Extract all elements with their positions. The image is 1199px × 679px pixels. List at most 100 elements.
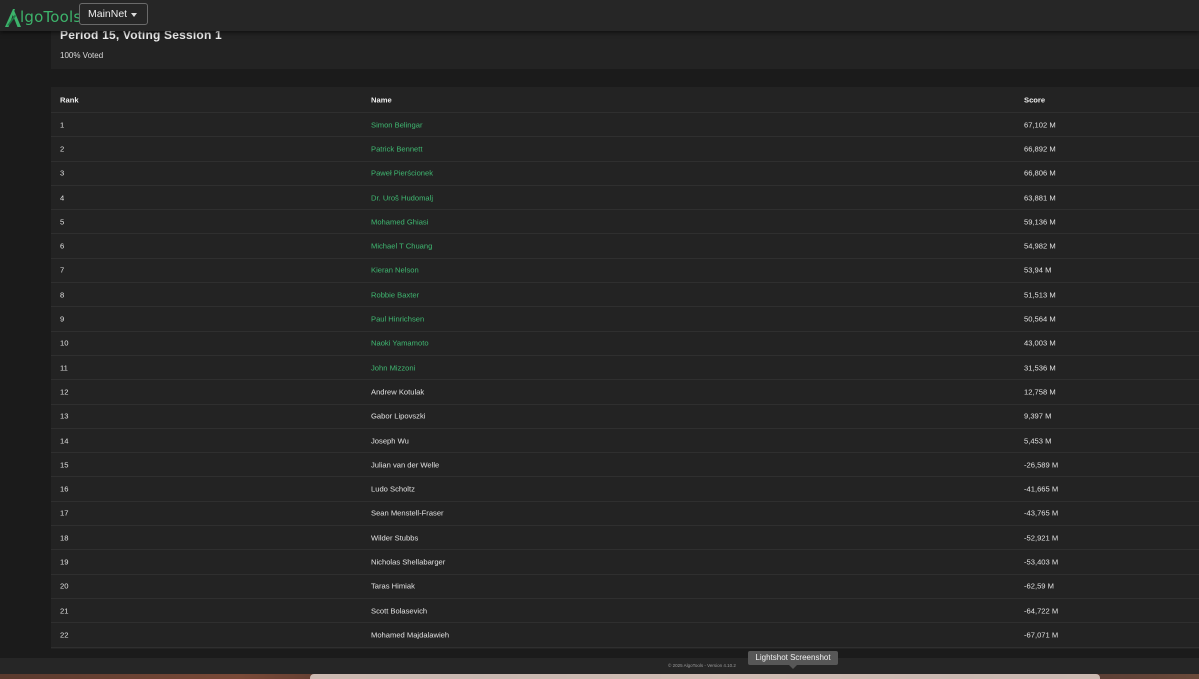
- table-row: 16 Ludo Scholtz -41,665 M: [51, 478, 1199, 502]
- rank-cell: 1: [60, 120, 65, 130]
- rank-cell: 10: [60, 338, 69, 348]
- network-select[interactable]: MainNet: [79, 3, 148, 25]
- candidate-name-link[interactable]: Naoki Yamamoto: [371, 339, 429, 348]
- rank-cell: 12: [60, 387, 69, 397]
- score-cell: -62,59 M: [1024, 581, 1054, 591]
- score-cell: 5,453 M: [1024, 436, 1052, 446]
- score-cell: 31,536 M: [1024, 363, 1056, 373]
- score-cell: 54,982 M: [1024, 241, 1056, 251]
- score-cell: -67,071 M: [1024, 630, 1059, 640]
- score-cell: 12,758 M: [1024, 387, 1056, 397]
- rank-cell: 4: [60, 193, 65, 203]
- column-header-score[interactable]: Score: [1024, 95, 1045, 104]
- table-row: 13 Gabor Lipovszki 9,397 M: [51, 405, 1199, 429]
- candidate-name-link[interactable]: Paweł Pierścionek: [371, 169, 433, 178]
- table-row: 12 Andrew Kotulak 12,758 M: [51, 380, 1199, 405]
- rank-cell: 15: [60, 460, 69, 470]
- rank-cell: 2: [60, 144, 65, 154]
- candidate-name: Mohamed Majdalawieh: [371, 630, 450, 640]
- table-row: 9 Paul Hinrichsen 50,564 M: [51, 307, 1199, 332]
- table-row: 18 Wilder Stubbs -52,921 M: [51, 526, 1199, 551]
- network-select-value: MainNet: [88, 8, 128, 20]
- score-cell: -52,921 M: [1024, 533, 1059, 543]
- table-row: 22 Mohamed Majdalawieh -67,071 M: [51, 623, 1199, 648]
- candidate-name: Wilder Stubbs: [371, 533, 419, 543]
- score-cell: 50,564 M: [1024, 314, 1056, 324]
- score-cell: 9,397 M: [1024, 411, 1052, 421]
- score-cell: 43,003 M: [1024, 338, 1056, 348]
- table-row: 5 Mohamed Ghiasi 59,136 M: [51, 210, 1199, 235]
- score-cell: 66,806 M: [1024, 168, 1056, 178]
- rank-cell: 17: [60, 508, 69, 518]
- algotools-logo[interactable]: lgoTools: [5, 3, 81, 27]
- sidebar: [0, 31, 51, 658]
- rank-cell: 20: [60, 581, 69, 591]
- rank-cell: 9: [60, 314, 65, 324]
- score-cell: -53,403 M: [1024, 557, 1059, 567]
- column-header-name[interactable]: Name: [371, 95, 392, 104]
- algo-a-logo-icon: [5, 9, 21, 27]
- candidate-name: Taras Himiak: [371, 581, 415, 591]
- table-row: 4 Dr. Uroš Hudomalj 63,881 M: [51, 186, 1199, 211]
- ranking-table: Rank Name Score 1 Simon Belingar 67,102 M 2…: [51, 87, 1199, 649]
- rank-cell: 8: [60, 290, 65, 300]
- column-header-rank[interactable]: Rank: [60, 95, 79, 104]
- candidate-name: Gabor Lipovszki: [371, 411, 426, 421]
- rank-cell: 22: [60, 630, 69, 640]
- copyright-text: © 2025 AlgoTools - Version 4.10.2: [668, 663, 736, 668]
- table-row: 1 Simon Belingar 67,102 M: [51, 113, 1199, 138]
- rank-cell: 18: [60, 533, 69, 543]
- table-row: 8 Robbie Baxter 51,513 M: [51, 283, 1199, 308]
- table-row: 14 Joseph Wu 5,453 M: [51, 429, 1199, 454]
- logo-text: lgoTools: [20, 8, 82, 26]
- top-bar: lgoTools MainNet: [0, 0, 1199, 31]
- score-cell: 53,94 M: [1024, 265, 1052, 275]
- caret-down-icon: [131, 13, 137, 17]
- table-row: 20 Taras Himiak -62,59 M: [51, 575, 1199, 599]
- taskbar: [310, 674, 1100, 679]
- score-cell: 51,513 M: [1024, 290, 1056, 300]
- table-row: 17 Sean Menstell-Fraser -43,765 M: [51, 502, 1199, 527]
- candidate-name-link[interactable]: Simon Belingar: [371, 120, 423, 129]
- rank-cell: 11: [60, 363, 68, 373]
- candidate-name: Joseph Wu: [371, 436, 409, 446]
- table-row: 3 Paweł Pierścionek 66,806 M: [51, 162, 1199, 186]
- table-row: 6 Michael T Chuang 54,982 M: [51, 235, 1199, 259]
- candidate-name-link[interactable]: Michael T Chuang: [371, 242, 432, 251]
- rank-cell: 19: [60, 557, 69, 567]
- table-row: 2 Patrick Bennett 66,892 M: [51, 137, 1199, 162]
- score-cell: -26,589 M: [1024, 460, 1059, 470]
- lightshot-tooltip: Lightshot Screenshot: [748, 651, 838, 669]
- score-cell: -64,722 M: [1024, 606, 1059, 616]
- candidate-name: Sean Menstell-Fraser: [371, 508, 444, 518]
- candidate-name: Nicholas Shellabarger: [371, 557, 446, 567]
- rank-cell: 16: [60, 484, 69, 494]
- candidate-name: Julian van der Welle: [371, 460, 440, 470]
- rank-cell: 21: [60, 606, 69, 616]
- score-cell: 59,136 M: [1024, 217, 1056, 227]
- score-cell: -43,765 M: [1024, 508, 1059, 518]
- table-row: 11 John Mizzoni 31,536 M: [51, 356, 1199, 381]
- rank-cell: 3: [60, 168, 65, 178]
- candidate-name-link[interactable]: Paul Hinrichsen: [371, 315, 424, 324]
- table-row: 10 Naoki Yamamoto 43,003 M: [51, 332, 1199, 356]
- rank-cell: 5: [60, 217, 65, 227]
- table-row: 15 Julian van der Welle -26,589 M: [51, 453, 1199, 478]
- candidate-name: Ludo Scholtz: [371, 484, 415, 494]
- table-row: 21 Scott Bolasevich -64,722 M: [51, 599, 1199, 624]
- candidate-name: Scott Bolasevich: [371, 606, 428, 616]
- table-row: 7 Kieran Nelson 53,94 M: [51, 259, 1199, 284]
- candidate-name-link[interactable]: Dr. Uroš Hudomalj: [371, 193, 433, 202]
- candidate-name-link[interactable]: Mohamed Ghiasi: [371, 217, 428, 226]
- candidate-name-link[interactable]: John Mizzoni: [371, 363, 415, 372]
- table-header-row: Rank Name Score: [51, 87, 1199, 113]
- score-cell: -41,665 M: [1024, 484, 1059, 494]
- score-cell: 67,102 M: [1024, 120, 1056, 130]
- candidate-name-link[interactable]: Patrick Bennett: [371, 144, 423, 153]
- candidate-name-link[interactable]: Kieran Nelson: [371, 266, 419, 275]
- rank-cell: 13: [60, 411, 69, 421]
- score-cell: 66,892 M: [1024, 144, 1056, 154]
- candidate-name-link[interactable]: Robbie Baxter: [371, 290, 419, 299]
- rank-cell: 6: [60, 241, 65, 251]
- voted-status: 100% Voted: [60, 51, 104, 60]
